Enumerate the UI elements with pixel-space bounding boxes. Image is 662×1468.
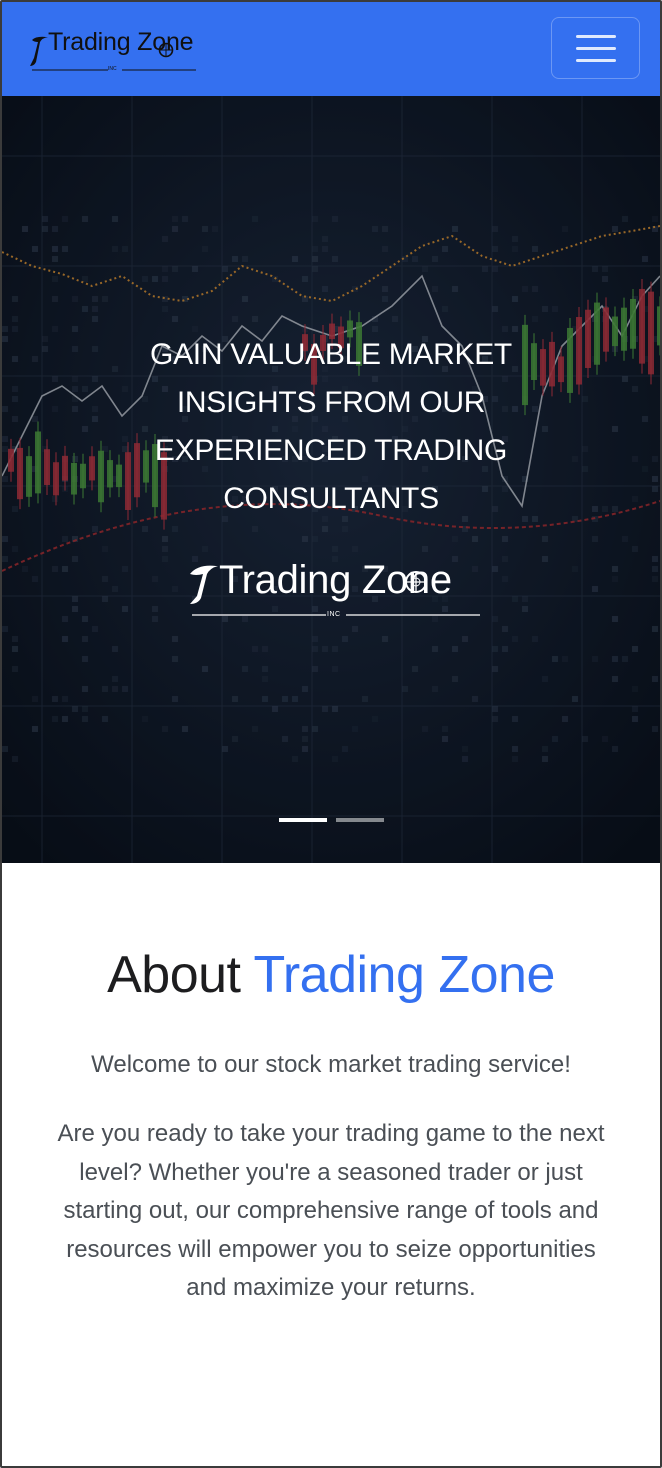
hero-logo: Trading Zone INC xyxy=(186,558,486,622)
hero-logo-suffix: INC xyxy=(327,611,341,618)
carousel-indicator-1[interactable] xyxy=(279,818,327,822)
hamburger-bar xyxy=(576,59,616,62)
hamburger-menu-icon xyxy=(576,35,616,38)
about-body-text: Are you ready to take your trading game … xyxy=(57,1120,605,1301)
carousel-indicator-2[interactable] xyxy=(336,818,384,822)
hero-headline-line: INSIGHTS FROM OUR xyxy=(176,386,486,419)
brand-suffix: INC xyxy=(108,66,117,72)
hamburger-bar xyxy=(576,47,616,50)
navbar-toggle-button[interactable] xyxy=(551,17,640,79)
hero-headline-line: GAIN VALUABLE MARKET xyxy=(150,338,512,371)
brand-name: Trading Zone xyxy=(48,28,194,56)
browser-viewport: Trading Zone INC GAIN VALUABLE MARKET IN… xyxy=(0,0,662,1468)
brand-logo-link[interactable]: Trading Zone INC xyxy=(26,28,198,74)
carousel-indicators xyxy=(2,818,660,824)
hero-headline-line: EXPERIENCED TRADING xyxy=(154,434,508,467)
about-title: About Trading Zone xyxy=(2,945,660,1005)
about-title-prefix: About xyxy=(107,946,241,1004)
hero-headline-line: CONSULTANTS xyxy=(223,482,439,515)
navbar: Trading Zone INC xyxy=(2,2,660,96)
about-welcome-text: Welcome to our stock market trading serv… xyxy=(91,1051,571,1078)
hero-headline: GAIN VALUABLE MARKET INSIGHTS FROM OUR E… xyxy=(2,331,660,523)
hero-logo-name: Trading Zone xyxy=(219,558,452,602)
about-title-accent: Trading Zone xyxy=(253,946,556,1004)
hero-carousel: GAIN VALUABLE MARKET INSIGHTS FROM OUR E… xyxy=(2,96,660,863)
